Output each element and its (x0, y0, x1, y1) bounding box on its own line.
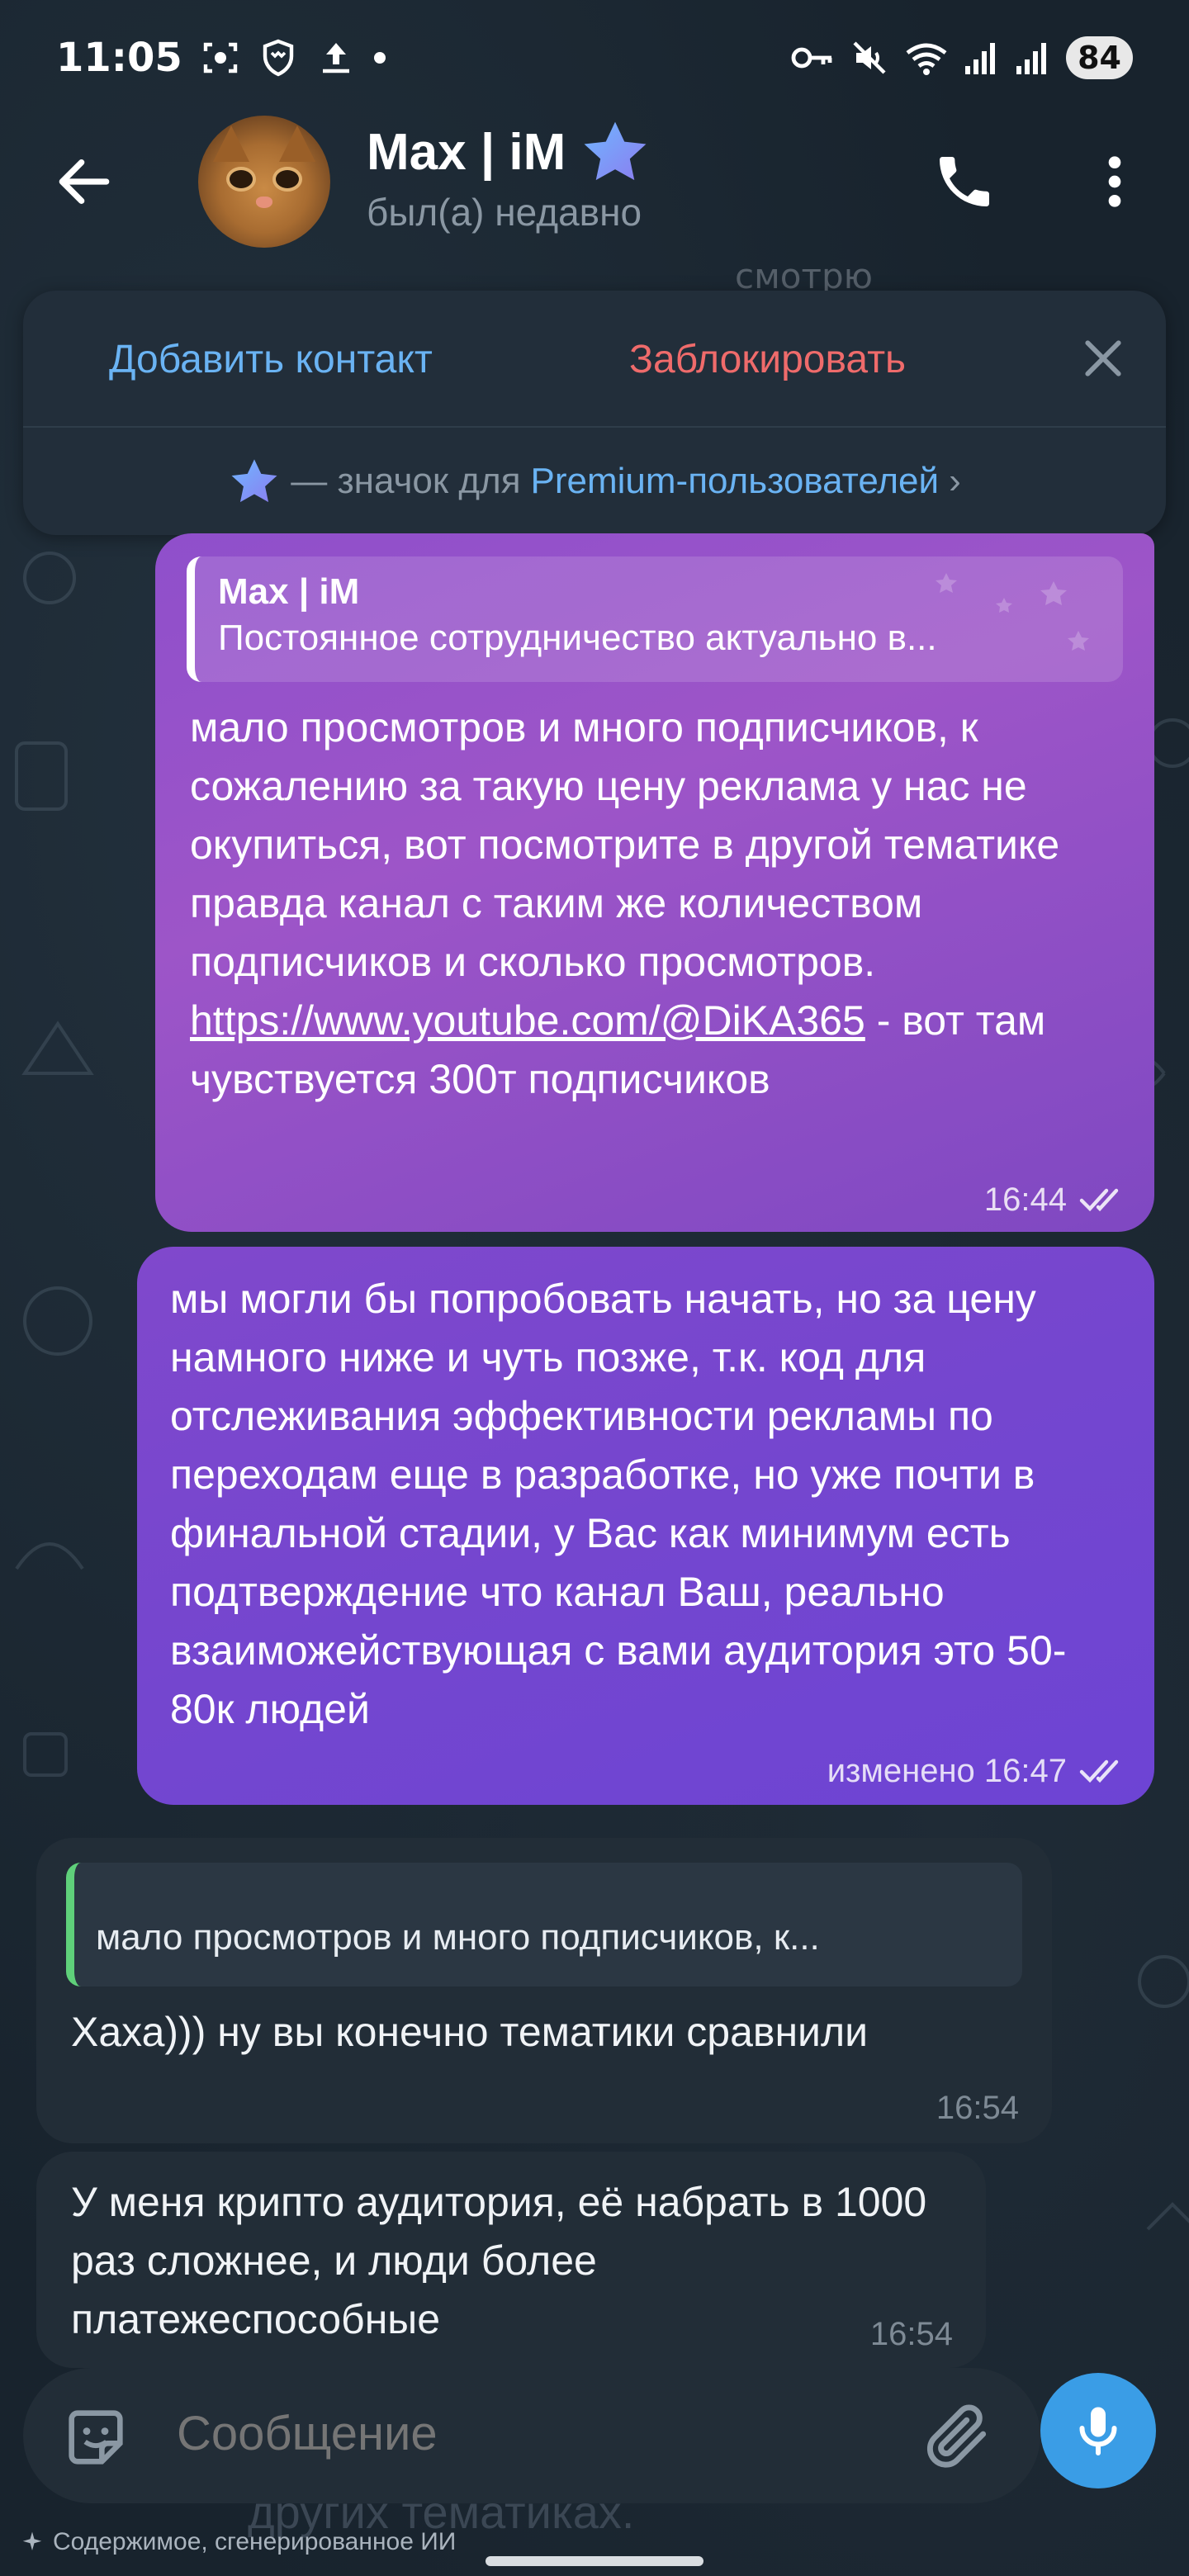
phone-icon (940, 157, 989, 206)
message-bubble-incoming[interactable]: мало просмотров и много подписчиков, к..… (36, 1838, 1052, 2143)
premium-star-icon (584, 121, 647, 181)
message-text: мало просмотров и много подписчиков, к с… (190, 698, 1123, 1109)
voice-record-button[interactable] (1040, 2373, 1156, 2488)
key-icon (791, 47, 832, 69)
home-indicator[interactable] (486, 2556, 703, 2566)
signal-1-icon (965, 43, 996, 74)
message-time: 16:54 (936, 2090, 1019, 2126)
back-arrow-icon (59, 159, 110, 204)
attach-icon (926, 2404, 987, 2468)
wifi-icon (906, 43, 947, 75)
chat-name: Max | iM (367, 123, 566, 181)
message-time: изменено 16:47 (827, 1753, 1067, 1789)
more-options-button[interactable] (1090, 149, 1139, 215)
message-composer (23, 2368, 1040, 2503)
chat-status: был(а) недавно (367, 191, 642, 234)
call-button[interactable] (931, 149, 997, 215)
upload-icon (322, 43, 349, 73)
mic-icon (1079, 2407, 1117, 2455)
reply-quote[interactable]: мало просмотров и много подписчиков, к..… (66, 1863, 1022, 1986)
avatar[interactable] (198, 116, 330, 248)
reply-quote[interactable]: Max | iM Постоянное сотрудничество актуа… (187, 556, 1123, 682)
premium-info-link[interactable]: Premium-пользователей (531, 461, 940, 502)
more-vertical-icon (1108, 156, 1121, 207)
message-input[interactable] (177, 2406, 837, 2461)
close-icon (1085, 340, 1121, 376)
message-text-part: мало просмотров и много подписчиков, к с… (190, 704, 1060, 985)
contact-actions-row: Добавить контакт Заблокировать (23, 291, 1166, 428)
signal-2-icon (1016, 43, 1047, 74)
message-text: мы могли бы попробовать начать, но за це… (170, 1276, 1067, 1732)
shield-icon (263, 39, 293, 77)
message-bubble-outgoing[interactable]: мы могли бы попробовать начать, но за це… (137, 1247, 1154, 1805)
close-action-card-button[interactable] (1077, 332, 1130, 385)
notification-dot-icon (373, 52, 386, 64)
message-time: 16:44 (983, 1181, 1067, 1218)
chat-name-row: Max | iM (367, 119, 651, 185)
reply-stars-decoration (936, 573, 1089, 651)
message-time: 16:54 (869, 2316, 953, 2352)
chevron-right-icon: › (949, 461, 961, 501)
message-meta: 16:44 (984, 1181, 1131, 1219)
block-user-button[interactable]: Заблокировать (629, 337, 906, 382)
ai-content-note: Содержимое, сгенерированное ИИ (20, 2528, 456, 2556)
sticker-button[interactable] (59, 2401, 132, 2474)
message-bubble-incoming[interactable]: У меня крипто аудитория, её набрать в 10… (36, 2152, 986, 2368)
screenshot-icon (203, 42, 237, 73)
message-link[interactable]: https://www.youtube.com/@DiKA365 (190, 997, 865, 1044)
new-contact-action-card: Добавить контакт Заблокировать — значок … (23, 291, 1166, 535)
mute-icon (853, 41, 886, 74)
status-time: 11:05 (56, 35, 182, 81)
message-meta: 16:54 (936, 2090, 1019, 2127)
premium-star-icon (231, 459, 277, 503)
add-contact-button[interactable]: Добавить контакт (109, 337, 433, 382)
sparkle-icon (22, 2531, 42, 2550)
chat-header: Max | iM был(а) недавно (0, 116, 1189, 264)
battery-indicator: 84 (1066, 36, 1133, 79)
ai-note-text: Содержимое, сгенерированное ИИ (53, 2528, 457, 2555)
attach-button[interactable] (920, 2398, 996, 2474)
status-bar: 11:05 84 (0, 0, 1189, 116)
message-meta: 16:54 (870, 2316, 953, 2353)
message-text: Хаха))) ну вы конечно тематики сравнили (71, 2009, 869, 2055)
sticker-icon (69, 2410, 123, 2465)
premium-info-row[interactable]: — значок для Premium-пользователей › (23, 428, 1166, 535)
message-bubble-outgoing[interactable]: Max | iM Постоянное сотрудничество актуа… (155, 533, 1154, 1232)
double-check-icon (1079, 1759, 1119, 1783)
message-text: У меня крипто аудитория, её набрать в 10… (71, 2179, 927, 2342)
back-button[interactable] (51, 149, 117, 215)
double-check-icon (1079, 1188, 1119, 1211)
reply-text: мало просмотров и много подписчиков, к..… (96, 1917, 820, 1958)
chat-title-block[interactable]: Max | iM был(а) недавно (367, 119, 651, 234)
premium-info-prefix: — значок для (291, 461, 521, 501)
message-meta: изменено 16:47 (827, 1753, 1131, 1790)
